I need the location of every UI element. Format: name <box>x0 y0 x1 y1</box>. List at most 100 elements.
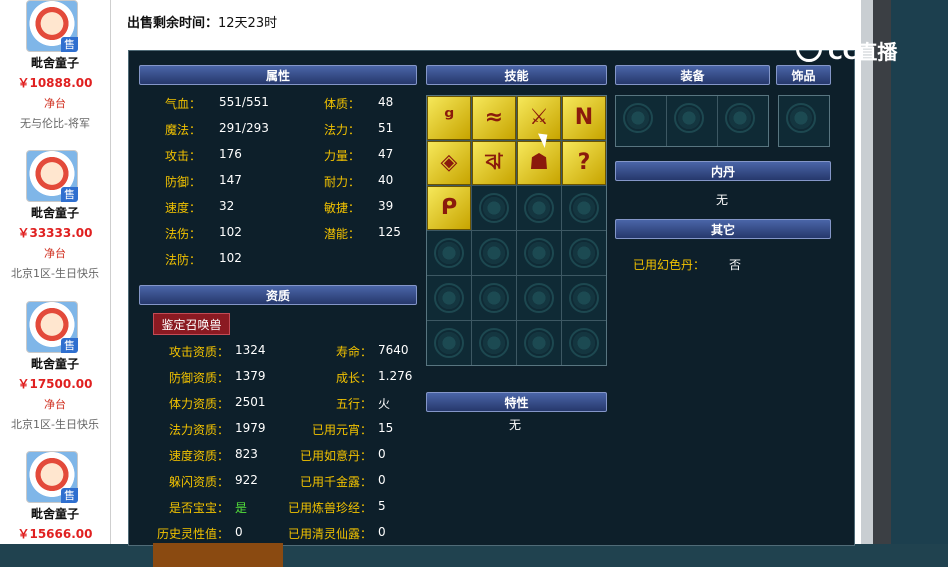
neidan-value: 无 <box>716 193 729 207</box>
attribute-label: 防御： <box>165 175 202 189</box>
other-header: 其它 <box>615 219 831 239</box>
aptitude-value: 0 <box>378 525 386 539</box>
empty-skill-slot[interactable] <box>472 276 516 320</box>
aptitude-label: 体力资质： <box>168 397 229 411</box>
listing-price: ￥15666.00 <box>17 527 93 541</box>
attribute-value: 39 <box>378 199 394 213</box>
listing-pet-name[interactable]: 毗舍童子 <box>0 54 110 71</box>
question-skill-icon[interactable]: ? <box>562 141 606 185</box>
aptitude-value: 是 <box>235 501 248 515</box>
aptitude-label: 寿命： <box>335 345 372 359</box>
skill-grid: ᵍ ≈ ⚔ N ◈ ঝ ☗? ᑭ <box>426 95 607 366</box>
empty-skill-slot[interactable] <box>562 186 606 230</box>
attribute-value: 102 <box>219 251 242 265</box>
right-background <box>861 0 948 544</box>
skill-glyph: ≈ <box>484 105 504 130</box>
attribute-value: 102 <box>219 225 242 239</box>
attribute-label: 法防： <box>165 253 202 267</box>
attribute-value: 48 <box>378 95 394 109</box>
attribute-label: 力量： <box>324 149 361 163</box>
beast-skill-icon[interactable]: ≈ <box>472 96 516 140</box>
empty-skill-slot[interactable] <box>427 231 471 275</box>
empty-skill-slot[interactable] <box>427 276 471 320</box>
skill-glyph: ঝ <box>485 150 503 175</box>
skill-glyph: ◈ <box>440 150 458 175</box>
equipment-slot[interactable] <box>616 96 666 146</box>
listing-price: ￥17500.00 <box>17 377 93 391</box>
for-sale-badge: 售 <box>61 338 78 353</box>
pet-avatar[interactable]: 售 <box>26 0 78 52</box>
pet-avatar[interactable]: 售 <box>26 150 78 202</box>
skill-glyph: ☗ <box>529 150 549 175</box>
accessory-slot[interactable] <box>779 96 829 146</box>
aptitude-label: 防御资质： <box>168 371 229 385</box>
skill-glyph: ᑭ <box>440 195 458 220</box>
main-area: 出售剩余时间：12天23时 属性 资质 鉴定召唤兽 技能 ᵍ ≈ ⚔ N ◈ ঝ ☗? ᑭ 特… <box>111 0 861 567</box>
listing-pet-name[interactable]: 毗舍童子 <box>0 505 110 522</box>
empty-skill-slot[interactable] <box>562 231 606 275</box>
listing-pet-name[interactable]: 毗舍童子 <box>0 204 110 221</box>
attribute-label: 敏捷： <box>324 201 361 215</box>
for-sale-badge: 售 <box>61 37 78 52</box>
aptitude-value: 0 <box>378 473 386 487</box>
empty-skill-slot[interactable] <box>517 321 561 365</box>
empty-skill-slot[interactable] <box>427 321 471 365</box>
aptitude-value: 0 <box>378 447 386 461</box>
aptitude-label: 已用炼兽珍经： <box>287 501 372 515</box>
aptitude-label: 已用如意丹： <box>299 449 372 463</box>
listing-pet-name[interactable]: 毗舍童子 <box>0 355 110 372</box>
attribute-label: 速度： <box>165 201 202 215</box>
attribute-label: 攻击： <box>165 149 202 163</box>
aptitude-label: 历史灵性值： <box>156 527 229 541</box>
pet-avatar[interactable]: 售 <box>26 451 78 503</box>
empty-skill-slot[interactable] <box>517 231 561 275</box>
rune-skill-icon[interactable]: ঝ <box>472 141 516 185</box>
sale-timer: 出售剩余时间：12天23时 <box>127 12 277 31</box>
accessory-slots <box>778 95 830 147</box>
aptitude-value: 15 <box>378 421 394 435</box>
empty-skill-slot[interactable] <box>562 276 606 320</box>
aptitude-label: 是否宝宝： <box>168 501 229 515</box>
aptitude-value: 0 <box>235 525 243 539</box>
listing-server: 北京1区-生日快乐 <box>11 418 99 431</box>
empty-skill-slot[interactable] <box>472 231 516 275</box>
aptitude-label: 已用千金露： <box>299 475 372 489</box>
attribute-label: 气血： <box>165 97 202 111</box>
other-value: 否 <box>729 258 742 272</box>
skill-glyph: ᵍ <box>443 105 455 130</box>
skill-glyph: ? <box>577 150 591 175</box>
equipment-slot[interactable] <box>718 96 768 146</box>
aptitude-label: 成长： <box>335 371 372 385</box>
listing-price: ￥10888.00 <box>17 76 93 90</box>
pet-avatar[interactable]: 售 <box>26 301 78 353</box>
empty-skill-slot[interactable] <box>562 321 606 365</box>
appraise-pet-button[interactable]: 鉴定召唤兽 <box>153 313 230 335</box>
listing-status: 净台 <box>44 398 66 411</box>
attribute-label: 体质： <box>324 97 361 111</box>
listing-server: 无与伦比-将军 <box>20 117 90 130</box>
sale-timer-label: 出售剩余时间： <box>127 16 219 31</box>
attribute-value: 291/293 <box>219 121 269 135</box>
equipment-header: 装备 <box>615 65 770 85</box>
owl-skill-icon[interactable]: ☗ <box>517 141 561 185</box>
attribute-value: 47 <box>378 147 394 161</box>
empty-skill-slot[interactable] <box>517 276 561 320</box>
empty-skill-slot[interactable] <box>517 186 561 230</box>
equipment-slot[interactable] <box>667 96 717 146</box>
attribute-label: 法力： <box>324 123 361 137</box>
figure-skill-icon[interactable]: ᵍ <box>427 96 471 140</box>
equipment-slots <box>615 95 769 147</box>
other-label: 已用幻色丹： <box>633 258 706 272</box>
listing-server: 北京1区-生日快乐 <box>11 267 99 280</box>
shield-skill-icon[interactable]: ◈ <box>427 141 471 185</box>
aptitude-label: 躲闪资质： <box>168 475 229 489</box>
empty-skill-slot[interactable] <box>472 321 516 365</box>
banner-skill-icon[interactable]: N <box>562 96 606 140</box>
scroll-skill-icon[interactable]: ᑭ <box>427 186 471 230</box>
listing-price: ￥33333.00 <box>17 226 93 240</box>
traits-header: 特性 <box>426 392 607 412</box>
attributes-header: 属性 <box>139 65 417 85</box>
empty-skill-slot[interactable] <box>472 186 516 230</box>
for-sale-badge: 售 <box>61 187 78 202</box>
listing-status: 净台 <box>44 247 66 260</box>
